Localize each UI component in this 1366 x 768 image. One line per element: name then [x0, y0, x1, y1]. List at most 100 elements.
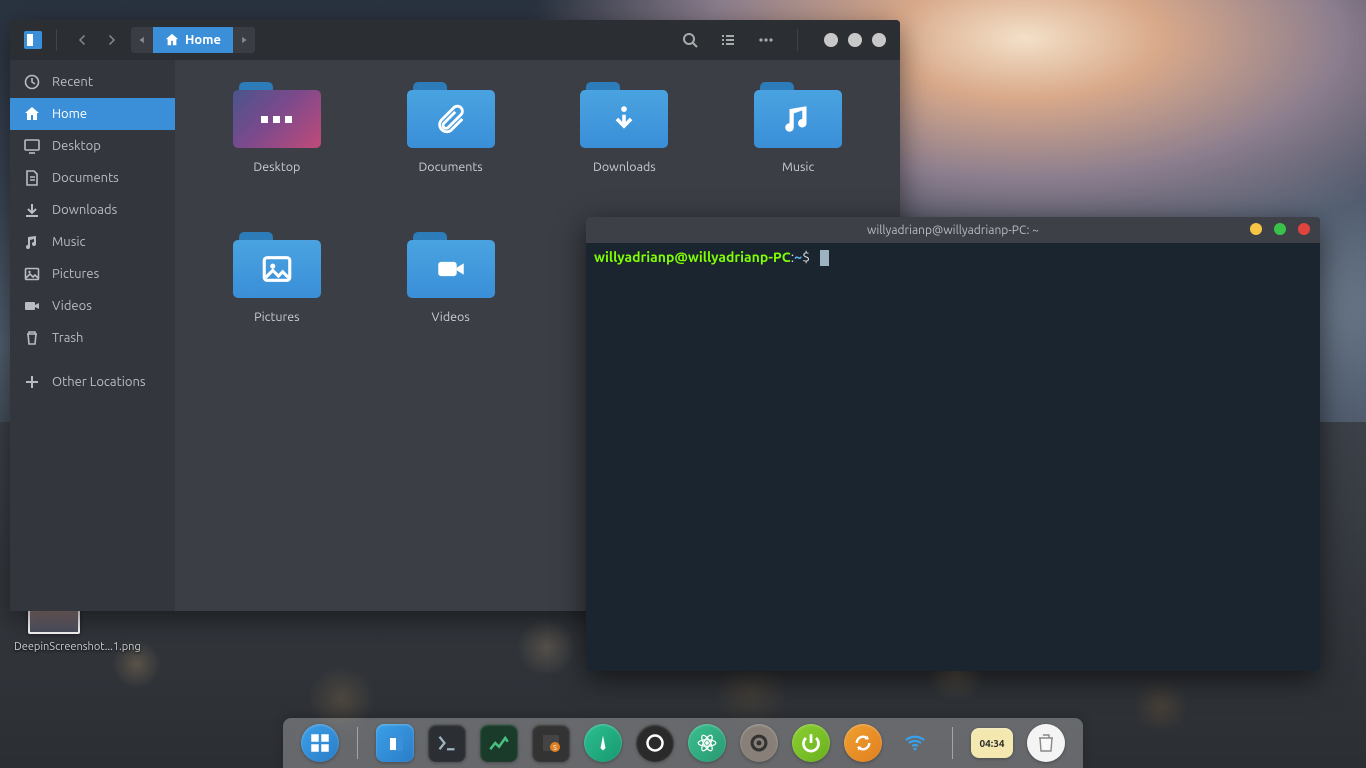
- sidebar-item-label: Desktop: [52, 139, 101, 153]
- doc-icon: [24, 170, 40, 186]
- music-icon: [24, 234, 40, 250]
- terminal-icon[interactable]: [428, 724, 466, 762]
- breadcrumb-prev-button[interactable]: [131, 35, 153, 45]
- folder-pictures[interactable]: Pictures: [195, 232, 359, 372]
- separator: [797, 29, 798, 51]
- sidebar-item-label: Other Locations: [52, 375, 146, 389]
- folder-icon: [407, 82, 495, 148]
- folder-icon: [754, 82, 842, 148]
- breadcrumb-next-button[interactable]: [233, 35, 255, 45]
- separator: [56, 29, 57, 51]
- window-maximize-button[interactable]: [848, 33, 862, 47]
- separator: [357, 727, 358, 759]
- terminal-title-text: willyadrianp@willyadrianp-PC: ~: [867, 224, 1039, 237]
- folder-videos[interactable]: Videos: [369, 232, 533, 372]
- window-maximize-button[interactable]: [1274, 223, 1286, 235]
- terminal-cursor: [820, 250, 829, 266]
- sidebar-item-label: Pictures: [52, 267, 99, 281]
- clip-icon: [434, 102, 468, 136]
- sidebar-item-videos[interactable]: Videos: [10, 290, 175, 322]
- sidebar-item-documents[interactable]: Documents: [10, 162, 175, 194]
- window-close-button[interactable]: [1298, 223, 1310, 235]
- sidebar-item-trash[interactable]: Trash: [10, 322, 175, 354]
- terminal-window: willyadrianp@willyadrianp-PC: ~ willyadr…: [586, 217, 1320, 671]
- launcher-icon[interactable]: [301, 724, 339, 762]
- folder-icon: [580, 82, 668, 148]
- home-icon: [165, 33, 179, 47]
- window-minimize-button[interactable]: [1250, 223, 1262, 235]
- file-manager-sidebar: Recent Home Desktop Documents Downloads Music…: [10, 60, 175, 611]
- settings-icon[interactable]: [740, 724, 778, 762]
- sidebar-item-other[interactable]: Other Locations: [10, 366, 175, 398]
- separator: [952, 727, 953, 759]
- trash-icon: [24, 330, 40, 346]
- folder-icon: [233, 82, 321, 148]
- wifi-icon[interactable]: [896, 724, 934, 762]
- sidebar-item-music[interactable]: Music: [10, 226, 175, 258]
- sidebar-item-label: Downloads: [52, 203, 117, 217]
- sidebar-item-label: Home: [52, 107, 87, 121]
- prompt-path: ~: [794, 249, 802, 265]
- download-icon: [607, 102, 641, 136]
- plus-icon: [24, 374, 40, 390]
- terminal-titlebar[interactable]: willyadrianp@willyadrianp-PC: ~: [586, 217, 1320, 243]
- download-icon: [24, 202, 40, 218]
- sidebar-item-label: Recent: [52, 75, 93, 89]
- sidebar-item-label: Videos: [52, 299, 92, 313]
- file-manager-icon[interactable]: [376, 724, 414, 762]
- terminal-body[interactable]: willyadrianp@willyadrianp-PC:~$: [586, 243, 1320, 671]
- breadcrumb-label: Home: [185, 33, 221, 47]
- text-editor-icon[interactable]: S: [532, 724, 570, 762]
- clock-icon: [24, 74, 40, 90]
- sidebar-item-pictures[interactable]: Pictures: [10, 258, 175, 290]
- svg-text:S: S: [553, 744, 557, 752]
- power-icon[interactable]: [792, 724, 830, 762]
- view-list-button[interactable]: [715, 27, 741, 53]
- breadcrumb-current[interactable]: Home: [153, 27, 233, 53]
- clock-widget[interactable]: 04:34: [971, 728, 1013, 758]
- folder-label: Pictures: [254, 310, 299, 324]
- music-player-icon[interactable]: [636, 724, 674, 762]
- sidebar-item-desktop[interactable]: Desktop: [10, 130, 175, 162]
- prompt-user: willyadrianp@willyadrianp-PC: [594, 249, 791, 265]
- video-icon: [24, 298, 40, 314]
- hamburger-menu-button[interactable]: [753, 27, 779, 53]
- breadcrumb: Home: [131, 27, 255, 53]
- sidebar-item-label: Documents: [52, 171, 119, 185]
- folder-desktop[interactable]: Desktop: [195, 82, 359, 222]
- window-close-button[interactable]: [872, 33, 886, 47]
- sidebar-item-label: Trash: [52, 331, 83, 345]
- monitor-icon: [24, 138, 40, 154]
- dock: S 04:34: [283, 718, 1083, 768]
- system-monitor-icon[interactable]: [480, 724, 518, 762]
- search-button[interactable]: [677, 27, 703, 53]
- picture-icon: [24, 266, 40, 282]
- folder-label: Documents: [418, 160, 482, 174]
- file-manager-titlebar[interactable]: Home: [10, 20, 900, 60]
- window-minimize-button[interactable]: [824, 33, 838, 47]
- file-manager-app-icon: [24, 31, 42, 49]
- sidebar-item-home[interactable]: Home: [10, 98, 175, 130]
- folder-documents[interactable]: Documents: [369, 82, 533, 222]
- browser-icon[interactable]: [584, 724, 622, 762]
- nav-forward-button[interactable]: [99, 28, 123, 52]
- desktop-file-label: DeepinScreenshot...1.png: [14, 640, 94, 654]
- trash-icon[interactable]: [1027, 724, 1065, 762]
- folder-label: Desktop: [253, 160, 300, 174]
- nav-back-button[interactable]: [71, 28, 95, 52]
- home-icon: [24, 106, 40, 122]
- folder-downloads[interactable]: Downloads: [543, 82, 707, 222]
- folder-label: Downloads: [593, 160, 656, 174]
- folder-music[interactable]: Music: [716, 82, 880, 222]
- folder-label: Music: [782, 160, 814, 174]
- updater-icon[interactable]: [844, 724, 882, 762]
- atom-icon[interactable]: [688, 724, 726, 762]
- folder-label: Videos: [431, 310, 469, 324]
- picture-icon: [260, 252, 294, 286]
- folder-icon: [233, 232, 321, 298]
- music-icon: [781, 102, 815, 136]
- video-icon: [434, 252, 468, 286]
- sidebar-item-downloads[interactable]: Downloads: [10, 194, 175, 226]
- folder-icon: [407, 232, 495, 298]
- sidebar-item-recent[interactable]: Recent: [10, 66, 175, 98]
